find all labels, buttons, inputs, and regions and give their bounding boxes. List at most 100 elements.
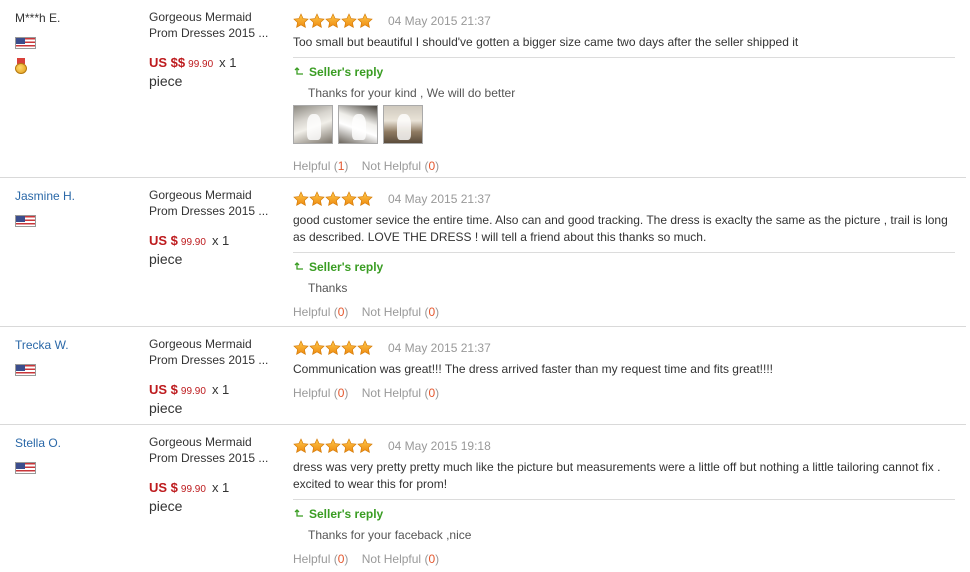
reviewer-name[interactable]: Jasmine H.	[15, 188, 125, 204]
star-icon	[309, 13, 325, 29]
reviewer-info: Stella O.	[15, 435, 125, 474]
star-icon	[309, 191, 325, 207]
reviewer-name: M***h E.	[15, 11, 61, 25]
price-currency: US $$	[149, 55, 186, 70]
seller-reply-text: Thanks for your faceback ,nice	[308, 528, 472, 542]
review-photo[interactable]	[383, 105, 423, 144]
quantity: x 1	[211, 233, 230, 248]
medal-icon	[15, 58, 27, 74]
reviewer-name[interactable]: Stella O.	[15, 435, 125, 451]
reviewer-name[interactable]: Trecka W.	[15, 337, 125, 353]
review-text: Too small but beautiful I should've gott…	[293, 35, 799, 49]
not-helpful-button[interactable]: Not Helpful (0)	[362, 386, 439, 400]
review-photos	[293, 105, 955, 144]
product-info: Gorgeous Mermaid Prom Dresses 2015 ... U…	[149, 336, 274, 416]
not-helpful-button[interactable]: Not Helpful (0)	[362, 552, 439, 566]
helpful-button[interactable]: Helpful (0)	[293, 386, 348, 400]
unit-label: piece	[149, 73, 183, 89]
unit-label: piece	[149, 498, 183, 514]
helpful-button[interactable]: Helpful (1)	[293, 159, 348, 173]
review-text: good customer sevice the entire time. Al…	[293, 213, 948, 244]
review-text: Communication was great!!! The dress arr…	[293, 362, 773, 376]
review-item: M***h E. Gorgeous Mermaid Prom Dresses 2…	[0, 0, 966, 178]
star-icon	[293, 13, 309, 29]
review-item: Jasmine H. Gorgeous Mermaid Prom Dresses…	[0, 178, 966, 327]
star-icon	[293, 191, 309, 207]
helpful-row: Helpful (0) Not Helpful (0)	[293, 304, 955, 320]
helpful-row: Helpful (0) Not Helpful (0)	[293, 385, 955, 401]
product-name-line2[interactable]: Prom Dresses 2015 ...	[149, 450, 274, 466]
us-flag-icon	[15, 364, 36, 376]
not-helpful-button[interactable]: Not Helpful (0)	[362, 305, 439, 319]
review-item: Trecka W. Gorgeous Mermaid Prom Dresses …	[0, 327, 966, 425]
quantity: x 1	[211, 480, 230, 495]
feedback: 04 May 2015 19:18 dress was very pretty …	[293, 437, 955, 567]
price: US $$ 99.90 x 1	[149, 54, 274, 73]
star-icon	[293, 340, 309, 356]
us-flag-icon	[15, 215, 36, 227]
seller-reply-header: Seller's reply	[293, 64, 955, 80]
star-icon	[293, 438, 309, 454]
reply-arrow-icon	[294, 67, 303, 75]
us-flag-icon	[15, 37, 36, 49]
star-rating	[293, 191, 373, 207]
star-rating	[293, 340, 373, 356]
reviewer-info: Jasmine H.	[15, 188, 125, 227]
not-helpful-count: 0	[428, 305, 436, 319]
star-icon	[325, 438, 341, 454]
reply-arrow-icon	[294, 509, 303, 517]
review-date: 04 May 2015 21:37	[388, 341, 491, 355]
product-name-line1[interactable]: Gorgeous Mermaid	[149, 187, 274, 203]
reply-arrow-icon	[294, 262, 303, 270]
review-photo[interactable]	[293, 105, 333, 144]
product-name-line2[interactable]: Prom Dresses 2015 ...	[149, 352, 274, 368]
seller-reply-text: Thanks for your kind , We will do better	[308, 86, 516, 100]
star-rating	[293, 438, 373, 454]
reviewer-info: M***h E.	[15, 10, 125, 74]
star-icon	[357, 13, 373, 29]
helpful-row: Helpful (0) Not Helpful (0)	[293, 551, 955, 567]
not-helpful-button[interactable]: Not Helpful (0)	[362, 159, 439, 173]
price-currency: US $	[149, 480, 178, 495]
reviewer-info: Trecka W.	[15, 337, 125, 376]
price-value: 99.90	[180, 386, 206, 397]
not-helpful-count: 0	[428, 386, 436, 400]
helpful-count: 0	[337, 305, 345, 319]
product-name-line2[interactable]: Prom Dresses 2015 ...	[149, 203, 274, 219]
product-name-line1[interactable]: Gorgeous Mermaid	[149, 9, 274, 25]
product-name-line2[interactable]: Prom Dresses 2015 ...	[149, 25, 274, 41]
star-icon	[325, 340, 341, 356]
price-currency: US $	[149, 233, 178, 248]
review-date: 04 May 2015 21:37	[388, 14, 491, 28]
price: US $99.90 x 1	[149, 232, 274, 251]
star-rating	[293, 13, 373, 29]
helpful-button[interactable]: Helpful (0)	[293, 552, 348, 566]
helpful-button[interactable]: Helpful (0)	[293, 305, 348, 319]
unit-label: piece	[149, 400, 183, 416]
seller-reply-label: Seller's reply	[309, 260, 384, 274]
rating-row: 04 May 2015 19:18	[293, 437, 955, 455]
review-date: 04 May 2015 19:18	[388, 439, 491, 453]
seller-reply: Seller's reply Thanks	[293, 252, 955, 296]
star-icon	[325, 13, 341, 29]
quantity: x 1	[211, 382, 230, 397]
star-icon	[341, 191, 357, 207]
review-text: dress was very pretty pretty much like t…	[293, 460, 941, 491]
price-currency: US $	[149, 382, 178, 397]
feedback: 04 May 2015 21:37 good customer sevice t…	[293, 190, 955, 320]
product-name-line1[interactable]: Gorgeous Mermaid	[149, 434, 274, 450]
star-icon	[357, 191, 373, 207]
star-icon	[357, 438, 373, 454]
rating-row: 04 May 2015 21:37	[293, 12, 955, 30]
product-name-line1[interactable]: Gorgeous Mermaid	[149, 336, 274, 352]
star-icon	[325, 191, 341, 207]
helpful-row: Helpful (1) Not Helpful (0)	[293, 158, 955, 174]
star-icon	[309, 438, 325, 454]
seller-reply-header: Seller's reply	[293, 506, 955, 522]
review-photo[interactable]	[338, 105, 378, 144]
star-icon	[341, 340, 357, 356]
quantity: x 1	[219, 55, 237, 70]
price: US $99.90 x 1	[149, 381, 274, 400]
us-flag-icon	[15, 462, 36, 474]
price: US $99.90 x 1	[149, 479, 274, 498]
